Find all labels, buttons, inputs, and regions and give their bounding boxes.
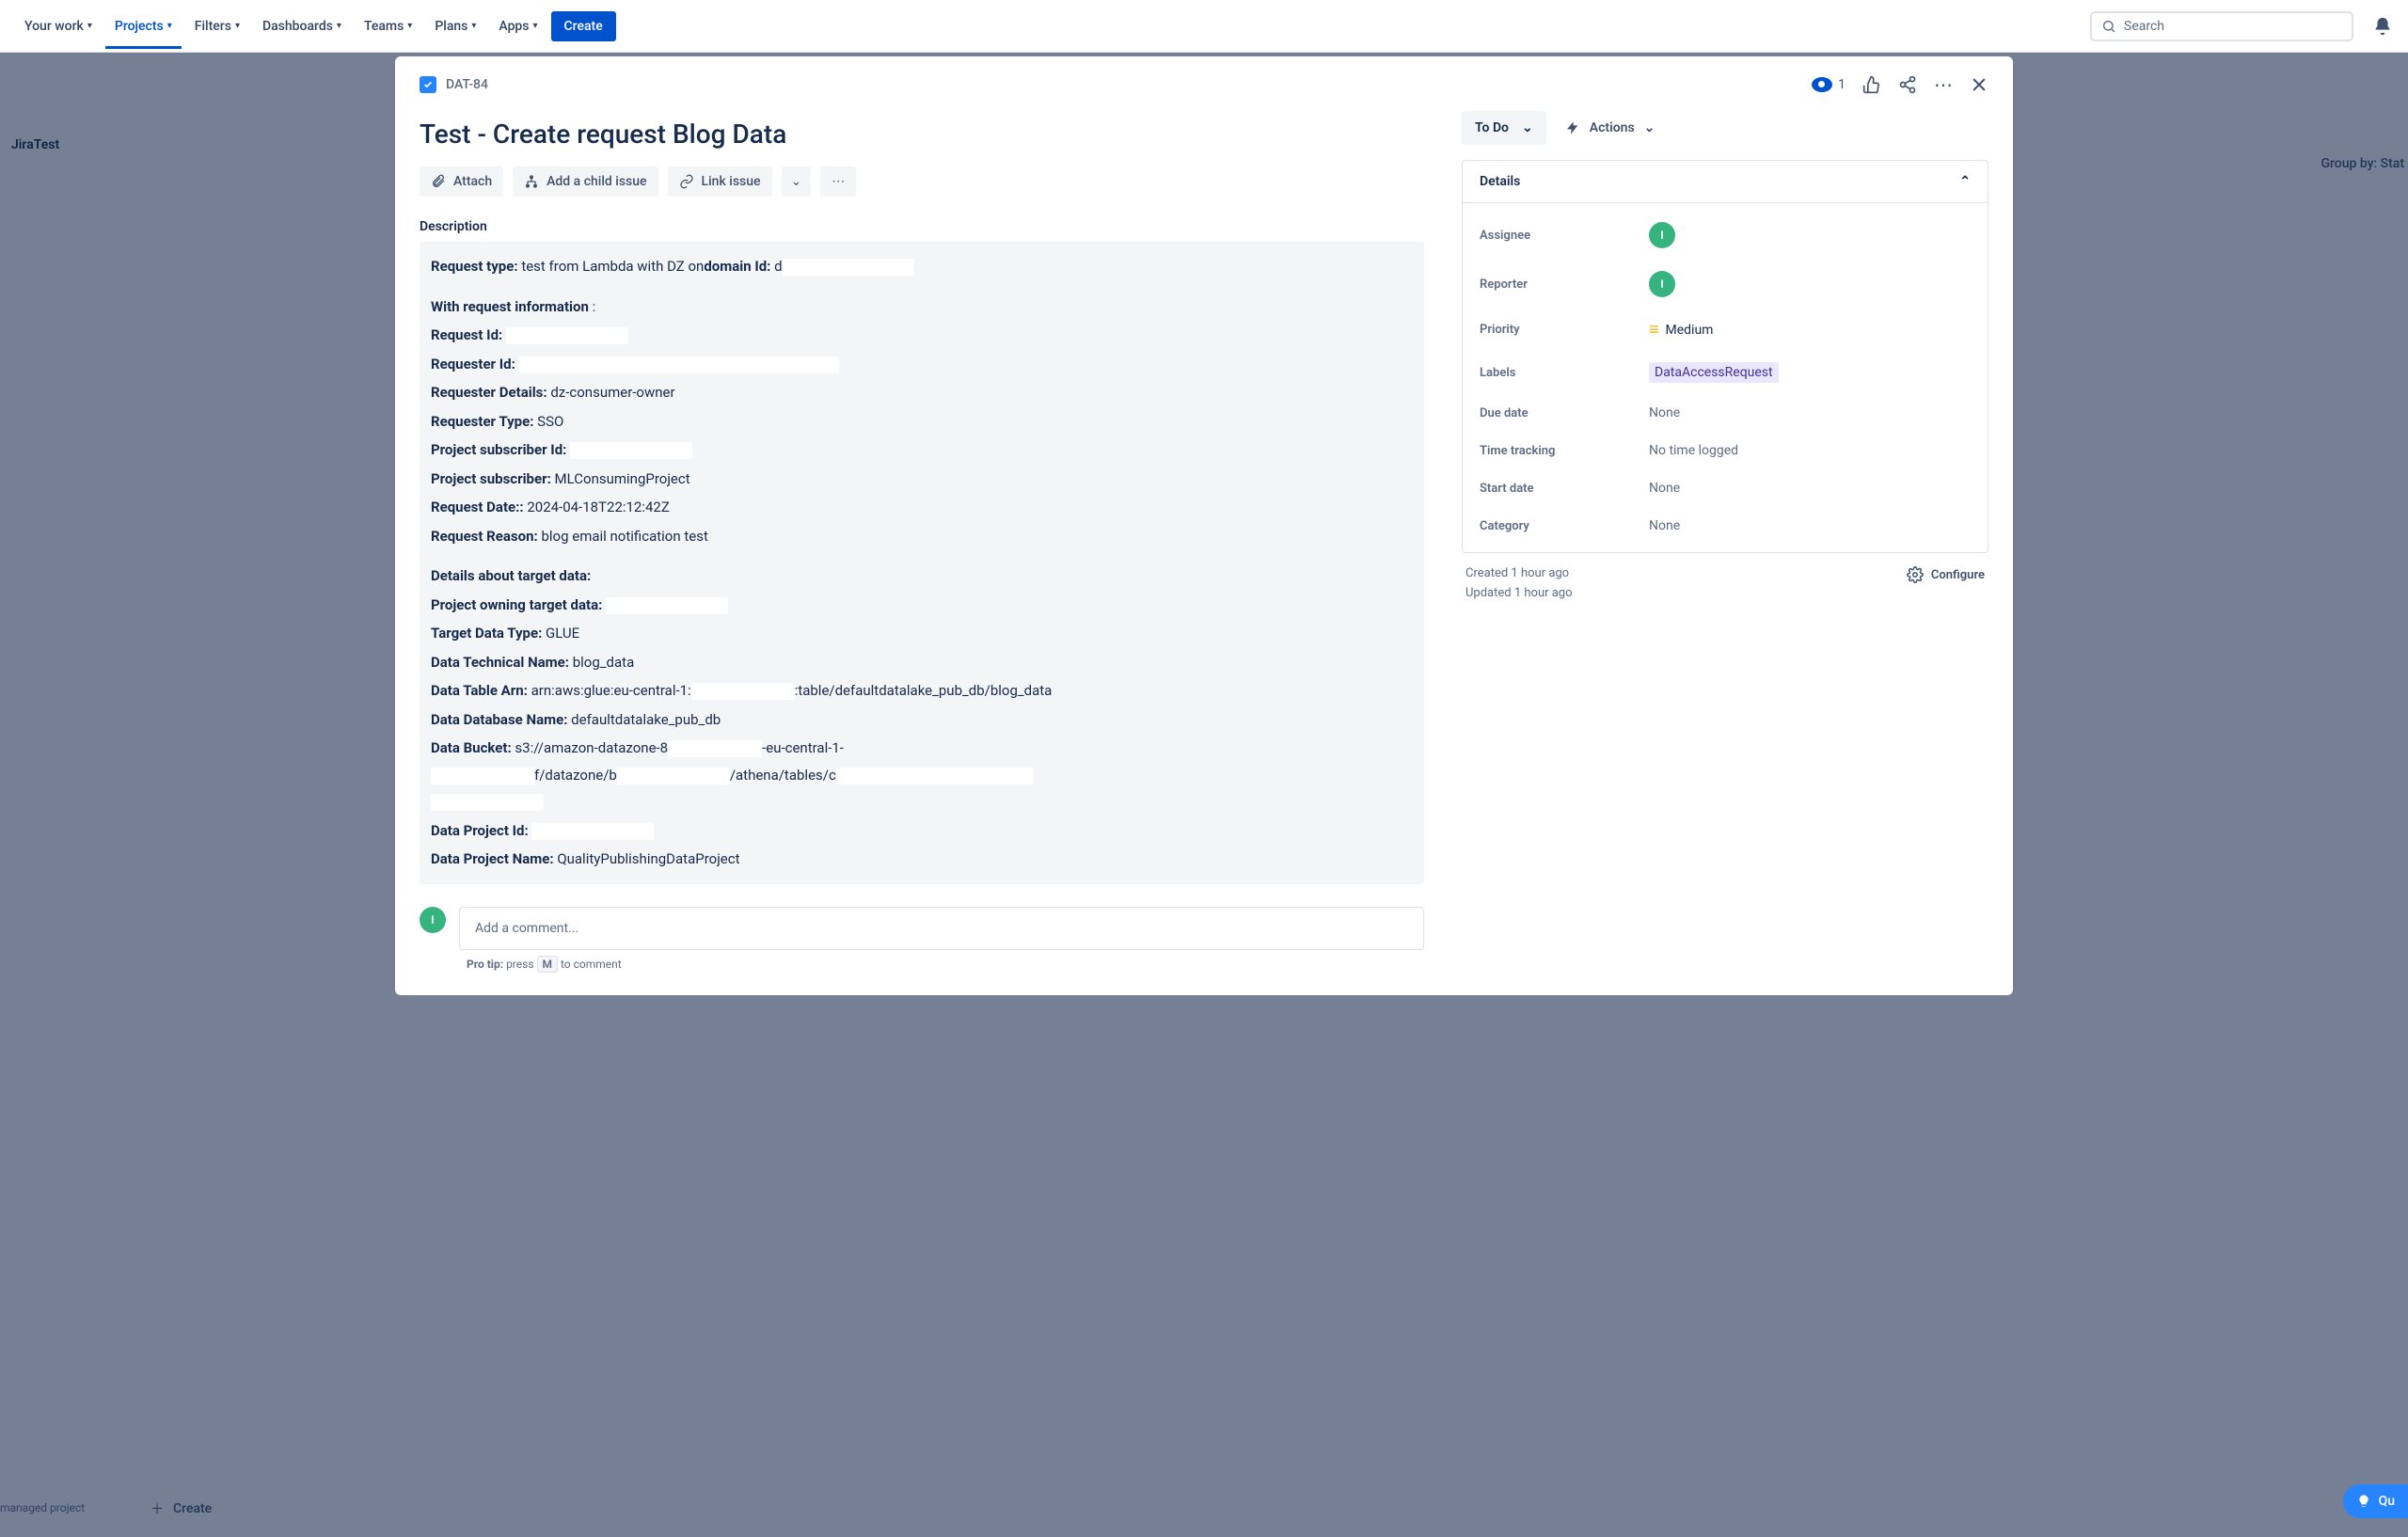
side-column: To Do ⌄ Actions ⌄ Details ⌃ <box>1462 111 1988 971</box>
chevron-down-icon: ▾ <box>87 21 92 31</box>
nav-apps[interactable]: Apps▾ <box>489 11 547 41</box>
search-input[interactable]: Search <box>2090 11 2353 41</box>
configure-button[interactable]: Configure <box>1907 566 1985 583</box>
chevron-up-icon: ⌃ <box>1959 174 1971 189</box>
more-icon: ⋯ <box>832 174 845 189</box>
nav-filters[interactable]: Filters▾ <box>185 11 249 41</box>
details-header[interactable]: Details ⌃ <box>1463 161 1988 203</box>
side-actions: To Do ⌄ Actions ⌄ <box>1462 111 1988 145</box>
reporter-field[interactable]: Reporter I <box>1480 260 1971 309</box>
avatar: I <box>1649 222 1675 248</box>
watch-count: 1 <box>1838 77 1846 92</box>
chevron-down-icon: ▾ <box>235 21 240 31</box>
main-column: Test - Create request Blog Data Attach A… <box>420 111 1424 971</box>
like-icon[interactable] <box>1862 75 1881 94</box>
gear-icon <box>1907 566 1924 583</box>
link-issue-button[interactable]: Link issue <box>668 166 772 197</box>
eye-icon <box>1812 77 1832 92</box>
comment-protip: Pro tip: press M to comment <box>467 958 1424 971</box>
modal-overlay: DAT-84 1 ⋯ Test - C <box>0 53 2408 1537</box>
add-child-button[interactable]: Add a child issue <box>513 166 657 197</box>
nav-dashboards[interactable]: Dashboards▾ <box>253 11 351 41</box>
label-chip[interactable]: DataAccessRequest <box>1649 362 1779 383</box>
issue-key-link[interactable]: DAT-84 <box>446 77 488 92</box>
more-actions-icon[interactable]: ⋯ <box>1934 73 1953 96</box>
chevron-down-icon: ▾ <box>533 21 538 31</box>
status-dropdown[interactable]: To Do ⌄ <box>1462 111 1546 145</box>
link-dropdown-button[interactable]: ⌄ <box>782 166 812 197</box>
link-icon <box>679 174 694 189</box>
header-icons: 1 ⋯ <box>1812 73 1988 96</box>
more-content-actions-button[interactable]: ⋯ <box>820 166 856 197</box>
due-date-field[interactable]: Due date None <box>1480 394 1971 432</box>
create-button[interactable]: Create <box>551 11 616 41</box>
attach-icon <box>431 174 446 189</box>
labels-field[interactable]: Labels DataAccessRequest <box>1480 351 1971 394</box>
chevron-down-icon: ▾ <box>337 21 341 31</box>
chevron-down-icon: ▾ <box>167 21 172 31</box>
actions-dropdown[interactable]: Actions ⌄ <box>1558 111 1663 145</box>
meta-times: Created 1 hour ago Updated 1 hour ago Co… <box>1462 553 1988 613</box>
issue-modal: DAT-84 1 ⋯ Test - C <box>395 56 2013 995</box>
search-icon <box>2101 19 2116 34</box>
notifications-icon[interactable] <box>2372 16 2393 37</box>
details-panel: Details ⌃ Assignee I Reporter I <box>1462 160 1988 553</box>
avatar[interactable]: I <box>420 907 446 933</box>
content-actions: Attach Add a child issue Link issue <box>420 166 1424 197</box>
chevron-down-icon: ⌄ <box>1644 120 1656 135</box>
description-label: Description <box>420 219 1424 234</box>
quick-help-button[interactable]: Qu <box>2343 1484 2408 1518</box>
nav-plans[interactable]: Plans▾ <box>425 11 485 41</box>
bolt-icon <box>1565 120 1580 135</box>
comment-row: I Add a comment... <box>420 907 1424 950</box>
comment-input[interactable]: Add a comment... <box>459 907 1424 950</box>
chevron-down-icon: ⌄ <box>1522 120 1533 135</box>
task-type-icon[interactable] <box>420 76 436 93</box>
avatar: I <box>1649 271 1675 297</box>
chevron-down-icon: ▾ <box>407 21 412 31</box>
issue-title[interactable]: Test - Create request Blog Data <box>420 119 1424 150</box>
updated-time: Updated 1 hour ago <box>1465 586 1573 600</box>
time-tracking-field[interactable]: Time tracking No time logged <box>1480 432 1971 469</box>
watch-button[interactable]: 1 <box>1812 77 1846 92</box>
description-body[interactable]: Request type: test from Lambda with DZ o… <box>420 242 1424 884</box>
close-icon[interactable] <box>1970 75 1988 94</box>
nav-your-work[interactable]: Your work▾ <box>15 11 102 41</box>
top-navigation: Your work▾ Projects▾ Filters▾ Dashboards… <box>0 0 2408 53</box>
category-field[interactable]: Category None <box>1480 507 1971 545</box>
created-time: Created 1 hour ago <box>1465 566 1573 580</box>
lightbulb-icon <box>2356 1494 2371 1509</box>
chevron-down-icon: ▾ <box>471 21 476 31</box>
nav-teams[interactable]: Teams▾ <box>355 11 421 41</box>
nav-items: Your work▾ Projects▾ Filters▾ Dashboards… <box>15 11 616 41</box>
search-placeholder: Search <box>2124 19 2164 34</box>
priority-field[interactable]: Priority ≡Medium <box>1480 309 1971 351</box>
child-issue-icon <box>524 174 539 189</box>
share-icon[interactable] <box>1898 75 1917 94</box>
start-date-field[interactable]: Start date None <box>1480 469 1971 507</box>
assignee-field[interactable]: Assignee I <box>1480 211 1971 260</box>
nav-projects[interactable]: Projects▾ <box>105 11 182 49</box>
priority-medium-icon: ≡ <box>1649 320 1656 340</box>
modal-header: DAT-84 1 ⋯ <box>395 56 2013 103</box>
chevron-down-icon: ⌄ <box>791 174 802 189</box>
attach-button[interactable]: Attach <box>420 166 503 197</box>
